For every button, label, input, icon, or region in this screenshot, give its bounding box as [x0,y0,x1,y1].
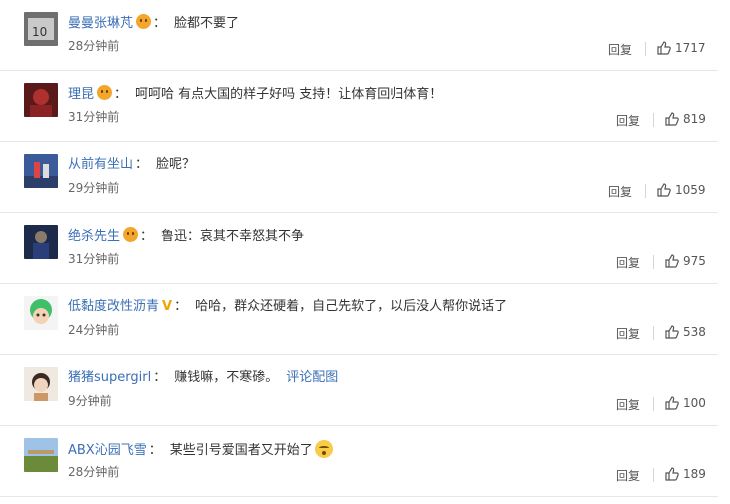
comment-text: 哈哈，群众还硬着，自己先软了，以后没人帮你说话了 [195,299,508,314]
thumbs-up-icon [665,396,679,410]
like-button[interactable]: 538 [665,325,706,339]
comment-row: 绝杀先生 ： 鲁迅：哀其不幸怒其不争 31分钟前 回复 975 [0,213,718,284]
verified-v-icon: V [162,299,173,314]
timestamp: 29分钟前 [68,181,120,195]
separator: ： [153,16,167,31]
separator: ： [114,87,128,102]
timestamp: 24分钟前 [68,323,120,337]
member-badge-icon [136,14,152,29]
comment-row: 低黏度改性沥青 V：哈哈，群众还硬着，自己先软了，以后没人帮你说话了 24分钟前 … [0,284,718,355]
like-button[interactable]: 1059 [657,183,706,197]
like-count: 538 [683,325,706,339]
comment-text: 赚钱嘛，不寒碜。 [174,370,279,385]
comment-text: 某些引号爱国者又开始了 [169,443,313,458]
thumbs-up-icon [665,467,679,481]
reply-button[interactable]: 回复 [616,396,640,413]
like-button[interactable]: 975 [665,254,706,268]
like-count: 1059 [675,183,706,197]
username[interactable]: ABX沁园飞雪 [68,443,147,458]
thumbs-up-icon [665,254,679,268]
like-count: 819 [683,112,706,126]
reply-button[interactable]: 回复 [608,41,632,58]
timestamp: 31分钟前 [68,110,120,124]
thumbs-up-icon [665,325,679,339]
comment-row: 理昆 ： 呵呵哈 有点大国的样子好吗 支持！让体育回归体育！ 31分钟前 回复 81… [0,71,718,142]
timestamp: 28分钟前 [68,465,120,479]
comment-row: 10 曼曼张琳芃 ： 脸都不要了 28分钟前 回复 1717 [0,0,718,71]
username[interactable]: 从前有坐山 [68,157,133,172]
avatar[interactable] [24,225,58,259]
like-count: 100 [683,396,706,410]
divider [653,326,654,340]
comment-row: 猪猪supergirl： 赚钱嘛，不寒碜。 评论配图 9分钟前 回复 100 [0,355,718,426]
divider [653,113,654,127]
divider [653,468,654,482]
divider [653,397,654,411]
divider [645,42,646,56]
comment-text: 脸呢？ [156,157,196,172]
avatar[interactable] [24,83,58,117]
smirk-emoji-icon [314,440,333,458]
divider [645,184,646,198]
username[interactable]: 绝杀先生 [68,229,120,244]
member-badge-icon [123,227,139,242]
like-button[interactable]: 1717 [657,41,706,55]
avatar[interactable]: 10 [24,12,58,46]
divider [653,255,654,269]
like-count: 1717 [675,41,706,55]
username[interactable]: 理昆 [68,87,94,102]
username[interactable]: 曼曼张琳芃 [68,16,133,31]
separator: ： [135,157,149,172]
timestamp: 31分钟前 [68,252,120,266]
reply-button[interactable]: 回复 [616,254,640,271]
avatar[interactable] [24,154,58,188]
like-count: 189 [683,467,706,481]
separator: ： [140,229,154,244]
comment-text: 呵呵哈 有点大国的样子好吗 支持！让体育回归体育！ [135,87,443,102]
reply-button[interactable]: 回复 [616,112,640,129]
separator: ： [148,443,162,458]
member-badge-icon [97,85,113,100]
comment-text: 鲁迅：哀其不幸怒其不争 [161,229,305,244]
like-button[interactable]: 189 [665,467,706,481]
comment-row: ABX沁园飞雪： 某些引号爱国者又开始了 28分钟前 回复 189 [0,426,718,497]
avatar[interactable] [24,367,58,401]
timestamp: 9分钟前 [68,394,112,408]
comment-text: 脸都不要了 [174,16,240,31]
like-count: 975 [683,254,706,268]
username[interactable]: 猪猪supergirl [68,370,151,385]
reply-button[interactable]: 回复 [608,183,632,200]
comment-row: 从前有坐山： 脸呢？ 29分钟前 回复 1059 [0,142,718,213]
reply-button[interactable]: 回复 [616,467,640,484]
svg-text:10: 10 [32,25,47,39]
avatar[interactable] [24,438,58,472]
thumbs-up-icon [665,112,679,126]
timestamp: 28分钟前 [68,39,120,53]
thumbs-up-icon [657,41,671,55]
thumbs-up-icon [657,183,671,197]
separator: ： [153,370,167,385]
like-button[interactable]: 100 [665,396,706,410]
avatar[interactable] [24,296,58,330]
username[interactable]: 低黏度改性沥青 [68,299,159,314]
reply-button[interactable]: 回复 [616,325,640,342]
comment-list: 10 曼曼张琳芃 ： 脸都不要了 28分钟前 回复 1717 理昆 ： 呵呵哈 有点大国… [0,0,730,504]
separator: ： [174,299,188,314]
like-button[interactable]: 819 [665,112,706,126]
comment-image-link[interactable]: 评论配图 [286,370,338,385]
